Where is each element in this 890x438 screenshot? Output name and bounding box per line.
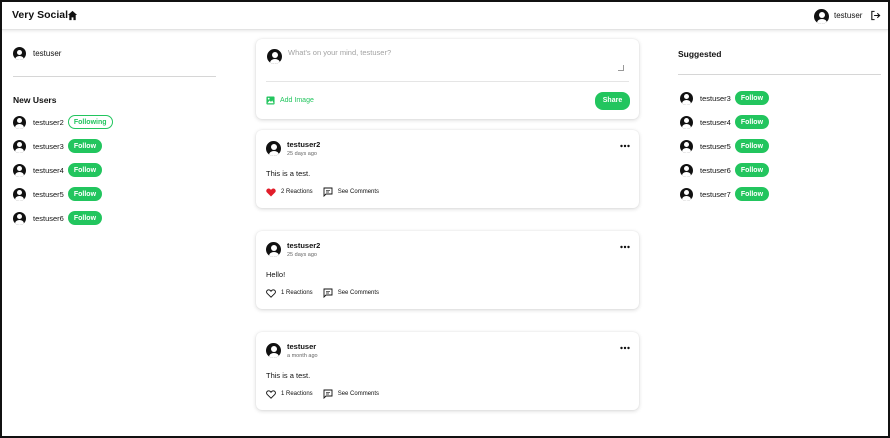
suggested-user-name[interactable]: testuser6: [700, 166, 731, 175]
user-avatar-icon[interactable]: [266, 343, 281, 358]
suggested-user-name[interactable]: testuser3: [700, 94, 731, 103]
divider: [266, 81, 629, 82]
add-image-button[interactable]: Add Image: [266, 96, 314, 105]
follow-button[interactable]: Follow: [734, 163, 770, 177]
follow-button[interactable]: Follow: [734, 115, 770, 129]
post-textarea[interactable]: What's on your mind, testuser?: [288, 48, 627, 70]
see-comments-link[interactable]: See Comments: [338, 290, 379, 296]
user-avatar-icon[interactable]: [13, 139, 26, 153]
post-card: testuser a month ago This is a test. 1 R…: [256, 332, 639, 410]
reactions-count[interactable]: 1 Reactions: [281, 391, 313, 397]
post-author[interactable]: testuser: [287, 342, 316, 351]
heart-filled-icon[interactable]: [266, 188, 276, 197]
divider: [678, 74, 881, 75]
user-avatar-icon[interactable]: [680, 187, 693, 201]
new-user-row: testuser5 Follow: [13, 187, 103, 201]
user-avatar-icon[interactable]: [13, 187, 26, 201]
follow-button[interactable]: Follow: [67, 139, 103, 153]
user-avatar-icon[interactable]: [680, 91, 693, 105]
suggested-title: Suggested: [678, 49, 722, 59]
follow-button[interactable]: Follow: [734, 187, 770, 201]
suggested-user-row: testuser6 Follow: [680, 163, 770, 177]
new-user-name[interactable]: testuser3: [33, 142, 64, 151]
new-user-row: testuser3 Follow: [13, 139, 103, 153]
suggested-user-row: testuser5 Follow: [680, 139, 770, 153]
new-user-name[interactable]: testuser2: [33, 118, 64, 127]
brand-title[interactable]: Very Social: [12, 9, 68, 21]
heart-outline-icon[interactable]: [266, 389, 276, 399]
see-comments-link[interactable]: See Comments: [338, 391, 379, 397]
heart-outline-icon[interactable]: [266, 288, 276, 298]
suggested-user-name[interactable]: testuser7: [700, 190, 731, 199]
reactions-count[interactable]: 2 Reactions: [281, 189, 313, 195]
user-avatar-icon: [13, 47, 26, 60]
see-comments-link[interactable]: See Comments: [338, 189, 379, 195]
post-composer: What's on your mind, testuser? Add Image…: [256, 39, 639, 119]
divider: [13, 76, 216, 77]
user-avatar-icon[interactable]: [680, 115, 693, 129]
user-avatar-icon[interactable]: [13, 211, 26, 225]
follow-button[interactable]: Follow: [734, 91, 770, 105]
post-actions: 1 Reactions See Comments: [266, 288, 379, 298]
home-icon[interactable]: [67, 10, 78, 21]
following-button[interactable]: Following: [67, 115, 113, 129]
post-timestamp: a month ago: [287, 353, 318, 359]
logout-icon[interactable]: [870, 10, 881, 21]
post-actions: 1 Reactions See Comments: [266, 389, 379, 399]
app-window: Very Social testuser testuser New Users …: [0, 0, 890, 438]
follow-button[interactable]: Follow: [734, 139, 770, 153]
follow-button[interactable]: Follow: [67, 187, 103, 201]
more-options-icon[interactable]: [620, 346, 630, 350]
suggested-user-row: testuser7 Follow: [680, 187, 770, 201]
reactions-count[interactable]: 1 Reactions: [281, 290, 313, 296]
user-avatar-icon[interactable]: [266, 242, 281, 257]
post-body: Hello!: [266, 270, 286, 279]
new-user-name[interactable]: testuser4: [33, 166, 64, 175]
user-avatar-icon[interactable]: [266, 141, 281, 156]
user-avatar-icon[interactable]: [13, 115, 26, 129]
user-avatar-icon[interactable]: [680, 139, 693, 153]
new-user-row: testuser4 Follow: [13, 163, 103, 177]
post-body: This is a test.: [266, 169, 311, 178]
post-timestamp: 25 days ago: [287, 252, 317, 258]
more-options-icon[interactable]: [620, 245, 630, 249]
resize-handle-icon[interactable]: [618, 65, 624, 71]
user-avatar-icon[interactable]: [814, 9, 829, 24]
comment-icon[interactable]: [323, 288, 333, 298]
comment-icon[interactable]: [323, 389, 333, 399]
top-navbar: Very Social testuser: [2, 2, 888, 30]
more-options-icon[interactable]: [620, 144, 630, 148]
post-card: testuser2 25 days ago Hello! 1 Reactions…: [256, 231, 639, 309]
post-author[interactable]: testuser2: [287, 241, 320, 250]
current-user-profile[interactable]: testuser: [13, 47, 61, 60]
new-users-title: New Users: [13, 95, 57, 105]
post-timestamp: 25 days ago: [287, 151, 317, 157]
current-username: testuser: [33, 49, 62, 58]
suggested-user-row: testuser4 Follow: [680, 115, 770, 129]
user-avatar-icon[interactable]: [680, 163, 693, 177]
user-avatar-icon: [267, 49, 282, 64]
follow-button[interactable]: Follow: [67, 211, 103, 225]
new-user-row: testuser2 Following: [13, 115, 113, 129]
post-author[interactable]: testuser2: [287, 140, 320, 149]
header-username[interactable]: testuser: [834, 11, 862, 20]
share-button[interactable]: Share: [595, 92, 630, 110]
image-icon: [266, 96, 275, 105]
post-actions: 2 Reactions See Comments: [266, 187, 379, 197]
post-card: testuser2 25 days ago This is a test. 2 …: [256, 130, 639, 208]
follow-button[interactable]: Follow: [67, 163, 103, 177]
suggested-user-name[interactable]: testuser5: [700, 142, 731, 151]
new-user-row: testuser6 Follow: [13, 211, 103, 225]
post-body: This is a test.: [266, 371, 311, 380]
suggested-user-row: testuser3 Follow: [680, 91, 770, 105]
suggested-user-name[interactable]: testuser4: [700, 118, 731, 127]
user-avatar-icon[interactable]: [13, 163, 26, 177]
new-user-name[interactable]: testuser5: [33, 190, 64, 199]
new-user-name[interactable]: testuser6: [33, 214, 64, 223]
comment-icon[interactable]: [323, 187, 333, 197]
add-image-label: Add Image: [280, 97, 314, 104]
